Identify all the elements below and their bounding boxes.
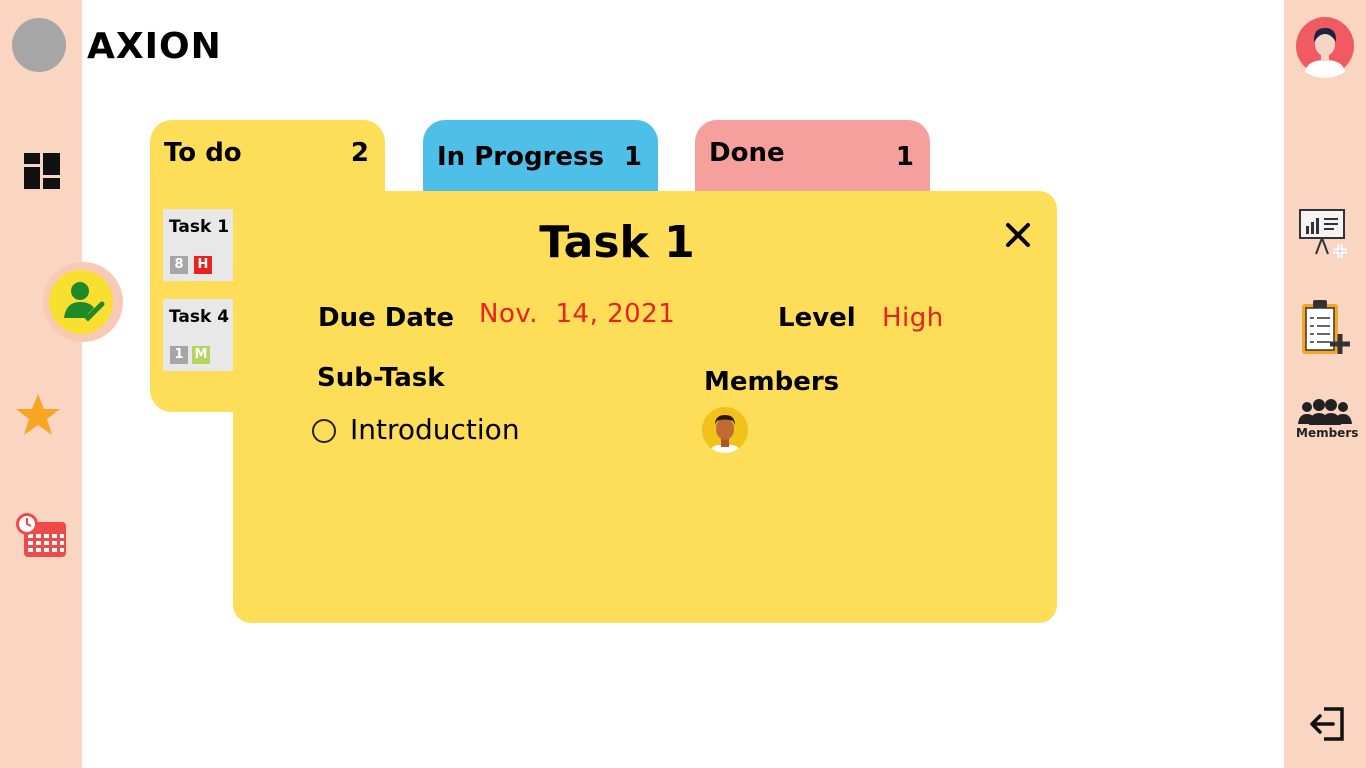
star-icon[interactable] bbox=[15, 392, 61, 442]
right-sidebar bbox=[1284, 0, 1366, 768]
members-nav-label[interactable]: Members bbox=[1296, 426, 1358, 440]
member-avatar[interactable] bbox=[702, 407, 748, 453]
profile-avatar[interactable] bbox=[1295, 16, 1355, 84]
task-name: Task 4 bbox=[169, 307, 230, 327]
due-date-value: Nov. 14, 2021 bbox=[479, 299, 676, 329]
column-count-done: 1 bbox=[895, 142, 914, 172]
task-detail-modal: Task 1 Due Date Nov. 14, 2021 Level High… bbox=[233, 191, 1057, 623]
hours-badge: 1 bbox=[170, 346, 188, 364]
subtask-checkbox[interactable] bbox=[312, 419, 336, 443]
subtask-item-label: Introduction bbox=[350, 413, 520, 446]
add-presentation-icon[interactable] bbox=[1298, 208, 1354, 264]
dashboard-icon[interactable] bbox=[24, 153, 60, 193]
calendar-clock-icon[interactable] bbox=[14, 512, 68, 562]
modal-title: Task 1 bbox=[539, 217, 695, 268]
column-title-inprogress: In Progress bbox=[437, 142, 604, 172]
add-task-clipboard-icon[interactable] bbox=[1300, 298, 1352, 362]
column-title-todo: To do bbox=[164, 138, 242, 168]
column-count-todo: 2 bbox=[350, 138, 369, 168]
due-date-label: Due Date bbox=[318, 303, 454, 333]
level-value: High bbox=[882, 303, 944, 333]
left-sidebar bbox=[0, 0, 82, 768]
subtask-label: Sub-Task bbox=[317, 363, 445, 393]
level-label: Level bbox=[778, 303, 856, 333]
column-count-inprogress: 1 bbox=[623, 142, 642, 172]
priority-badge: M bbox=[192, 346, 210, 364]
assigned-user-icon[interactable] bbox=[60, 278, 106, 328]
logout-icon[interactable] bbox=[1308, 706, 1346, 746]
close-icon[interactable] bbox=[1000, 217, 1036, 253]
task-card[interactable]: Task 4 1 M bbox=[163, 299, 233, 371]
logo-placeholder[interactable] bbox=[12, 18, 66, 72]
brand-name: AXION bbox=[87, 26, 222, 67]
members-label: Members bbox=[704, 367, 840, 397]
column-title-done: Done bbox=[709, 138, 785, 168]
hours-badge: 8 bbox=[170, 256, 188, 274]
